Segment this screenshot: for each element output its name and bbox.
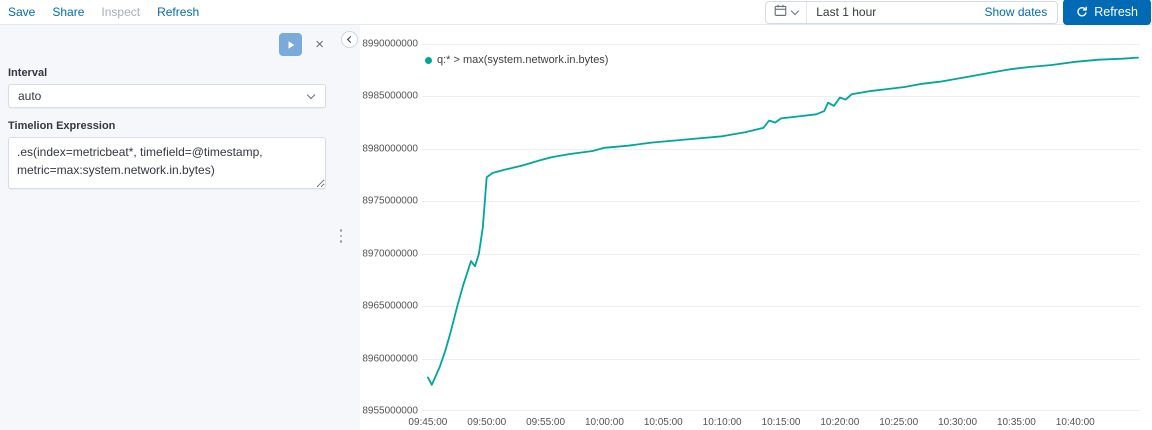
x-tick-label: 10:15:00 — [761, 417, 801, 428]
x-tick-label: 10:40:00 — [1055, 417, 1095, 428]
arrow-left-icon — [346, 35, 355, 44]
x-tick-label: 10:00:00 — [584, 417, 624, 428]
chevron-down-icon — [306, 90, 316, 100]
calendar-icon — [774, 4, 787, 20]
expression-field: Timelion Expression .es(index=metricbeat… — [8, 120, 326, 189]
series-line — [427, 56, 1139, 386]
y-tick-label: 8955000000 — [362, 405, 418, 417]
time-picker-group: Last 1 hour Show dates Refresh — [765, 0, 1152, 25]
timelion-chart-panel: q:* > max(system.network.in.bytes) 89900… — [360, 25, 1152, 430]
x-tick-label: 10:05:00 — [643, 417, 683, 428]
editor-sidebar: × Interval auto Timelion Expression .es(… — [0, 25, 360, 430]
time-range-value[interactable]: Last 1 hour — [807, 5, 984, 19]
y-tick-label: 8980000000 — [362, 143, 418, 155]
x-tick-label: 09:50:00 — [467, 417, 507, 428]
y-tick-label: 8990000000 — [362, 38, 418, 50]
y-tick-label: 8970000000 — [362, 248, 418, 260]
interval-select[interactable]: auto — [8, 84, 326, 108]
y-tick-label: 8960000000 — [362, 353, 418, 365]
y-axis-labels: 8990000000 8985000000 8980000000 8975000000… — [360, 39, 418, 417]
chevron-down-icon — [790, 6, 800, 15]
refresh-link[interactable]: Refresh — [157, 5, 199, 19]
play-button[interactable] — [279, 33, 303, 56]
timelion-expression-input[interactable]: .es(index=metricbeat*, timefield=@timest… — [8, 137, 326, 189]
refresh-icon — [1076, 6, 1088, 18]
play-icon — [288, 40, 295, 49]
x-axis-labels: 09:45:00 09:50:00 09:55:00 10:00:00 10:05:00… — [408, 417, 1140, 430]
x-tick-label: 10:30:00 — [938, 417, 978, 428]
x-tick-label: 10:10:00 — [702, 417, 742, 428]
series-line-svg — [427, 56, 1139, 386]
panel-resize-handle[interactable] — [336, 223, 346, 249]
interval-label: Interval — [8, 67, 48, 79]
panel-toolbar: × — [8, 33, 326, 56]
plot-area[interactable] — [422, 44, 1140, 411]
refresh-button-label: Refresh — [1094, 5, 1138, 19]
show-dates-button[interactable]: Show dates — [985, 5, 1058, 19]
x-tick-label: 09:45:00 — [408, 417, 448, 428]
x-tick-label: 10:25:00 — [879, 417, 919, 428]
expression-label: Timelion Expression — [8, 120, 116, 132]
interval-selected-value: auto — [18, 89, 42, 103]
expression-panel: × Interval auto Timelion Expression .es(… — [0, 25, 334, 430]
inspect-button[interactable]: Inspect — [101, 5, 140, 19]
y-tick-label: 8985000000 — [362, 90, 418, 102]
top-bar: Save Share Inspect Refresh Last 1 hour S… — [0, 0, 1152, 25]
share-button[interactable]: Share — [52, 5, 84, 19]
x-tick-label: 10:35:00 — [996, 417, 1036, 428]
save-button[interactable]: Save — [8, 5, 35, 19]
date-picker-calendar-button[interactable] — [766, 1, 808, 23]
interval-field: Interval auto — [8, 67, 326, 108]
y-tick-label: 8975000000 — [362, 195, 418, 207]
x-tick-label: 10:20:00 — [820, 417, 860, 428]
close-icon[interactable]: × — [313, 37, 326, 52]
super-date-picker: Last 1 hour Show dates — [765, 0, 1059, 24]
collapse-panel-button[interactable] — [341, 31, 358, 48]
x-tick-label: 09:55:00 — [526, 417, 566, 428]
app-action-links: Save Share Inspect Refresh — [8, 5, 199, 19]
y-tick-label: 8965000000 — [362, 300, 418, 312]
refresh-button[interactable]: Refresh — [1063, 0, 1151, 25]
